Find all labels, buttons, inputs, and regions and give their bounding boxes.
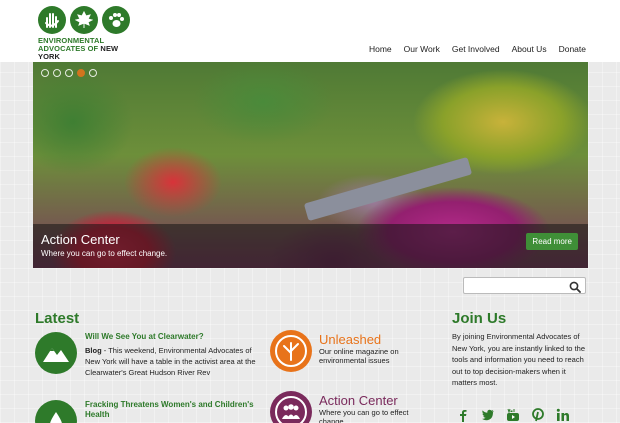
main-nav: Home Our Work Get Involved About Us Dona…: [369, 44, 586, 54]
people-icon: [282, 404, 300, 419]
maple-leaf-icon: [70, 6, 98, 34]
feature-title[interactable]: Action Center: [319, 393, 398, 408]
facebook-icon[interactable]: [456, 408, 470, 423]
water-drop-icon: [50, 412, 62, 423]
slider-dot-4[interactable]: [77, 69, 85, 77]
nav-donate[interactable]: Donate: [559, 44, 586, 54]
logo-text-line2: ADVOCATES OF NEW YORK: [38, 44, 119, 61]
post-title-link[interactable]: Will We See You at Clearwater?: [85, 332, 255, 342]
nav-about-us[interactable]: About Us: [512, 44, 547, 54]
twitter-icon[interactable]: [481, 408, 495, 423]
paw-icon: [102, 6, 130, 34]
slider-dots: [41, 69, 97, 77]
post-title-link[interactable]: Fracking Threatens Women's and Children'…: [85, 400, 255, 420]
hand-icon: [38, 6, 66, 34]
social-links: [456, 408, 570, 423]
hero-bridge-image: [303, 156, 473, 222]
site-header: ENVIRONMENTAL ADVOCATES OF NEW YORK Home…: [0, 0, 620, 62]
unleashed-badge: [270, 330, 312, 372]
hero-caption: Action Center Where you can go to effect…: [33, 224, 588, 268]
search-input[interactable]: [463, 277, 586, 294]
search-icon[interactable]: [569, 280, 581, 298]
site-logo[interactable]: ENVIRONMENTAL ADVOCATES OF NEW YORK: [38, 6, 138, 61]
join-us-text: By joining Environmental Advocates of Ne…: [452, 332, 585, 387]
post-excerpt: Blog - This weekend, Environmental Advoc…: [85, 346, 256, 377]
tree-icon: [283, 342, 299, 361]
youtube-icon[interactable]: [506, 408, 520, 423]
slider-dot-1[interactable]: [41, 69, 49, 77]
latest-heading: Latest: [35, 310, 80, 327]
nav-get-involved[interactable]: Get Involved: [452, 44, 500, 54]
pinterest-icon[interactable]: [531, 408, 545, 423]
linkedin-icon[interactable]: [556, 408, 570, 423]
post-thumbnail[interactable]: [35, 332, 77, 374]
feature-title[interactable]: Unleashed: [319, 332, 381, 347]
slider-dot-2[interactable]: [53, 69, 61, 77]
feature-subtitle: Where you can go to effect change: [319, 408, 409, 423]
read-more-button[interactable]: Read more: [526, 233, 578, 250]
hero-title: Action Center: [41, 232, 120, 247]
nav-our-work[interactable]: Our Work: [404, 44, 440, 54]
hero-slider: Action Center Where you can go to effect…: [33, 62, 588, 268]
nav-home[interactable]: Home: [369, 44, 392, 54]
mountain-icon: [43, 348, 69, 362]
join-us-heading: Join Us: [452, 310, 507, 327]
hero-subtitle: Where you can go to effect change.: [41, 249, 168, 258]
slider-dot-3[interactable]: [65, 69, 73, 77]
feature-subtitle: Our online magazine on environmental iss…: [319, 347, 399, 365]
slider-dot-5[interactable]: [89, 69, 97, 77]
